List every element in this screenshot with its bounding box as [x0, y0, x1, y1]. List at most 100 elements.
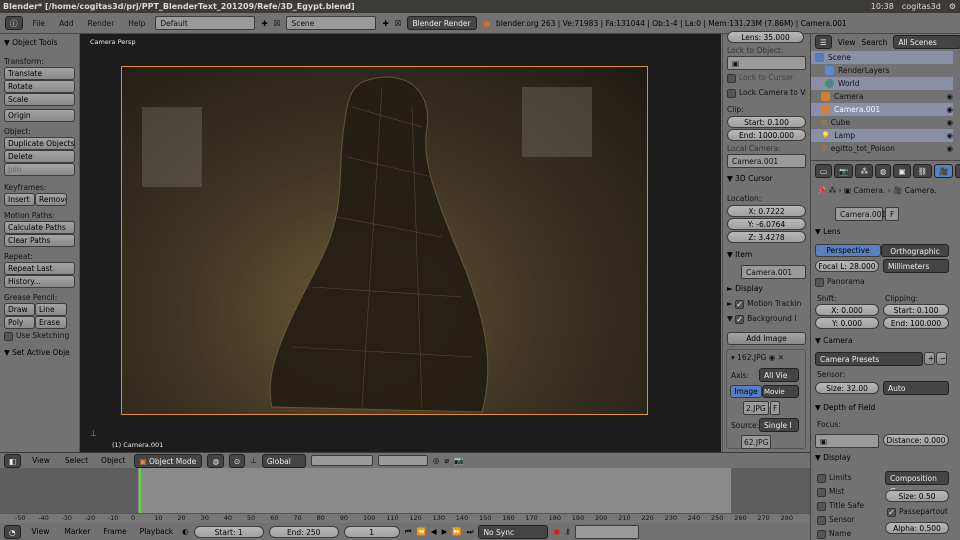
draw-button[interactable]: Draw: [4, 303, 35, 316]
clip-start-field[interactable]: Start: 0.100: [883, 304, 949, 316]
outliner-item[interactable]: 💡 Lamp ◉: [811, 129, 953, 142]
panel-header-lens[interactable]: ▼ Lens: [815, 227, 956, 236]
manipulator-icon[interactable]: ⊥: [250, 456, 257, 465]
menu-render[interactable]: Render: [84, 19, 119, 28]
title-safe-checkbox[interactable]: Title Safe: [817, 501, 864, 511]
add-preset-button[interactable]: +: [924, 352, 935, 365]
lens-field[interactable]: Lens: 35.000: [727, 31, 804, 43]
render-tab-icon[interactable]: 📷: [834, 164, 854, 178]
clock[interactable]: 10:38: [871, 0, 894, 13]
render-engine-select[interactable]: Blender Render: [407, 16, 478, 30]
keying-set-field[interactable]: [575, 524, 640, 539]
outliner-item[interactable]: ▽ egitto_tot_Poison ◉: [811, 142, 953, 155]
jump-start-icon[interactable]: ⏮: [405, 527, 412, 537]
layer-buttons[interactable]: [310, 455, 373, 466]
clear-paths-button[interactable]: Clear Paths: [4, 234, 75, 247]
object-tab-icon[interactable]: ▣: [893, 164, 911, 178]
panel-header-display[interactable]: ▼ Display: [815, 453, 956, 462]
viewport-shading-select[interactable]: ◍: [207, 453, 225, 468]
poly-button[interactable]: Poly: [4, 316, 35, 329]
cursor-x-field[interactable]: X: 0.7222: [727, 205, 806, 217]
orientation-select[interactable]: Global: [261, 453, 306, 468]
menu-search[interactable]: Search: [862, 38, 888, 47]
menu-view[interactable]: View: [26, 456, 56, 465]
sync-select[interactable]: No Sync: [478, 524, 549, 539]
sensor-fit-select[interactable]: Auto: [883, 381, 949, 395]
tab-image[interactable]: Image: [730, 385, 762, 398]
passepartout-checkbox[interactable]: ✓ Passepartout: [887, 507, 948, 517]
clip-end-field[interactable]: End: 1000.000: [727, 129, 806, 141]
panel-header-object-tools[interactable]: ▼ Object Tools: [4, 38, 75, 47]
current-frame-field[interactable]: 1: [343, 525, 400, 538]
menu-object[interactable]: Object: [97, 456, 129, 465]
sensor-size-field[interactable]: Size: 32.00: [815, 382, 879, 394]
focus-distance-field[interactable]: Distance: 0.000: [883, 434, 949, 446]
lock-object-field[interactable]: ▣: [727, 56, 806, 70]
editor-type-icon[interactable]: ◧: [4, 453, 22, 468]
render-icon[interactable]: 📷: [454, 456, 463, 465]
display-mode-select[interactable]: All Scenes: [893, 35, 960, 49]
play-icon[interactable]: ▶: [442, 527, 448, 536]
menu-help[interactable]: Help: [124, 19, 149, 28]
menu-frame[interactable]: Frame: [99, 527, 130, 536]
panel-header-dof[interactable]: ▼ Depth of Field: [815, 403, 956, 412]
lock-camera-checkbox[interactable]: Lock Camera to Vi: [727, 88, 806, 98]
outliner-item[interactable]: RenderLayers: [811, 64, 953, 77]
eye-icon[interactable]: ◉: [946, 116, 953, 129]
panel-header-3d-cursor[interactable]: ▼ 3D Cursor: [727, 174, 806, 183]
tab-movie-clip[interactable]: Movie Clip: [762, 385, 799, 409]
source-select[interactable]: Single I: [759, 418, 799, 432]
menu-view[interactable]: View: [26, 527, 56, 536]
fake-user-button[interactable]: F: [885, 207, 899, 221]
insert-keyframe-button[interactable]: Insert: [4, 193, 35, 206]
close-icon[interactable]: ☒: [395, 19, 402, 28]
editor-type-icon[interactable]: ☰: [815, 35, 832, 49]
shift-x-field[interactable]: X: 0.000: [815, 304, 879, 316]
outliner-item[interactable]: Camera.001 ◉: [811, 103, 953, 116]
menu-select[interactable]: Select: [61, 456, 92, 465]
editor-type-icon[interactable]: ▭: [815, 164, 833, 178]
eye-icon[interactable]: ◉: [769, 353, 776, 362]
outliner-item[interactable]: ▽ Cube ◉: [811, 116, 953, 129]
focal-length-field[interactable]: Focal L: 28.000: [815, 260, 879, 272]
snap-icon[interactable]: ⌀: [444, 456, 449, 465]
add-icon[interactable]: ✚: [382, 19, 388, 28]
start-frame-field[interactable]: Start: 1: [193, 525, 264, 538]
rotate-button[interactable]: Rotate: [4, 80, 75, 93]
clip-end-field[interactable]: End: 100.000: [883, 317, 949, 329]
camera-data-tab-icon[interactable]: 🎥: [934, 164, 954, 178]
play-reverse-icon[interactable]: ◀: [431, 527, 437, 536]
layer-buttons-2[interactable]: [377, 455, 428, 466]
screen-layout-field[interactable]: Default: [155, 16, 256, 30]
eye-icon[interactable]: ◉: [946, 90, 953, 103]
preview-range-icon[interactable]: ◐: [182, 527, 189, 536]
mist-checkbox[interactable]: Mist: [817, 487, 844, 497]
passepartout-alpha-slider[interactable]: Alpha: 0.500: [885, 522, 949, 534]
shift-y-field[interactable]: Y: 0.000: [815, 317, 879, 329]
scene-tab-icon[interactable]: ⁂: [855, 164, 873, 178]
cursor-y-field[interactable]: Y: -6.0764: [727, 218, 806, 230]
eye-icon[interactable]: ◉: [946, 142, 953, 155]
background-images-panel[interactable]: ▼ ✓ Background I: [727, 314, 806, 324]
lock-cursor-checkbox[interactable]: Lock to Cursor: [727, 73, 806, 83]
record-icon[interactable]: ●: [553, 527, 560, 536]
eye-icon[interactable]: ◉: [946, 103, 953, 116]
lens-unit-select[interactable]: Millimeters: [883, 259, 949, 273]
fake-user-button[interactable]: F: [770, 401, 780, 415]
display-size-field[interactable]: Size: 0.50: [885, 490, 949, 502]
outliner-item[interactable]: World: [811, 77, 953, 90]
composition-guides-select[interactable]: Composition G: [885, 471, 949, 496]
motion-tracking-panel[interactable]: ► ✓ Motion Trackin: [727, 299, 806, 309]
repeat-last-button[interactable]: Repeat Last: [4, 262, 75, 275]
user-menu[interactable]: cogitas3d: [902, 0, 941, 13]
timeline-area[interactable]: [0, 468, 810, 513]
menu-file[interactable]: File: [29, 19, 50, 28]
menu-playback[interactable]: Playback: [136, 527, 177, 536]
remove-preset-button[interactable]: −: [936, 352, 947, 365]
remove-keyframe-button[interactable]: Remove: [35, 193, 67, 206]
scale-button[interactable]: Scale: [4, 93, 75, 106]
use-sketching-checkbox[interactable]: Use Sketching: [4, 331, 75, 341]
join-button[interactable]: Join: [4, 163, 75, 176]
jump-end-icon[interactable]: ⏭: [467, 527, 474, 537]
calculate-paths-button[interactable]: Calculate Paths: [4, 221, 75, 234]
